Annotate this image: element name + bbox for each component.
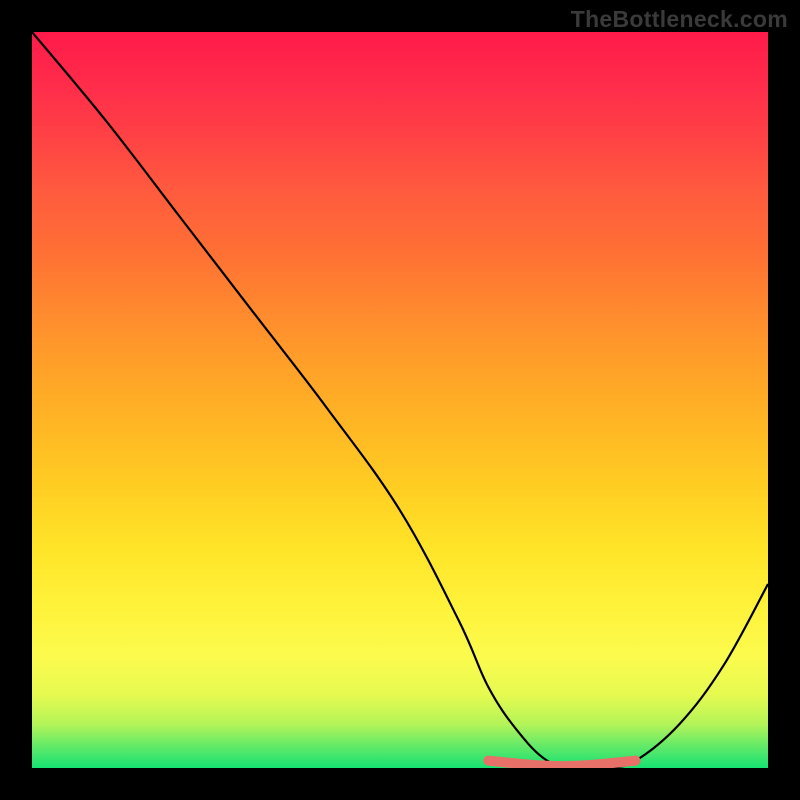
- watermark-text: TheBottleneck.com: [571, 6, 788, 33]
- curve-svg: [32, 32, 768, 768]
- highlight-band-path: [488, 761, 635, 766]
- bottleneck-curve-path: [32, 32, 768, 768]
- chart-area: [32, 32, 768, 768]
